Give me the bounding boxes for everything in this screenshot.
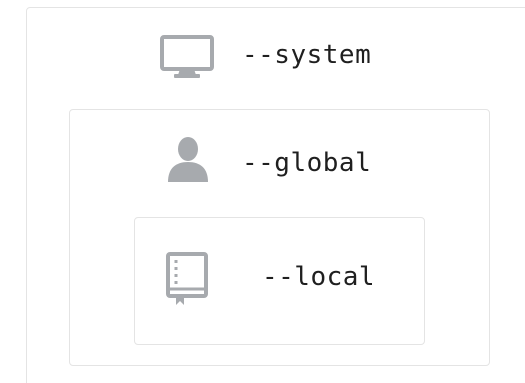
desktop-monitor-icon [160, 35, 214, 78]
global-scope-label: --global [242, 148, 372, 178]
config-scope-diagram: --system --global --local [0, 0, 525, 383]
system-scope-label: --system [242, 40, 372, 70]
repository-book-icon [166, 252, 208, 305]
local-scope-label: --local [262, 262, 376, 292]
person-icon [168, 137, 208, 182]
